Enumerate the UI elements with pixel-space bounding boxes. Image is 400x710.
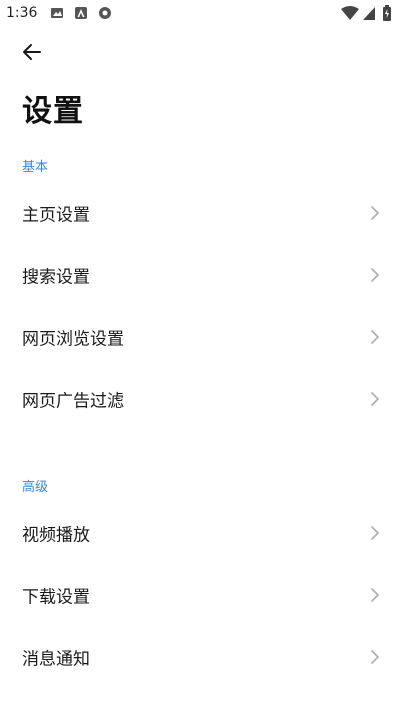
sync-notification-icon [99, 7, 111, 19]
gallery-notification-icon [51, 8, 63, 18]
chevron-right-icon [371, 650, 379, 664]
settings-item-ad-filter[interactable]: 网页广告过滤 [0, 369, 400, 429]
status-time: 1:36 [6, 5, 38, 21]
chevron-right-icon [371, 330, 379, 344]
settings-item-homepage[interactable]: 主页设置 [0, 183, 400, 243]
settings-item-notifications[interactable]: 消息通知 [0, 627, 400, 687]
settings-item-download[interactable]: 下载设置 [0, 565, 400, 625]
chevron-right-icon [371, 588, 379, 602]
chevron-right-icon [371, 392, 379, 406]
app-notification-icon [75, 7, 87, 19]
settings-item-label: 主页设置 [22, 205, 90, 226]
settings-item-browsing[interactable]: 网页浏览设置 [0, 307, 400, 367]
chevron-right-icon [371, 268, 379, 282]
chevron-right-icon [371, 526, 379, 540]
settings-item-search[interactable]: 搜索设置 [0, 245, 400, 305]
section-header-basic: 基本 [22, 160, 49, 175]
settings-item-video-playback[interactable]: 视频播放 [0, 503, 400, 563]
settings-item-label: 下载设置 [22, 587, 90, 608]
settings-item-label: 消息通知 [22, 649, 90, 670]
signal-icon [363, 7, 375, 20]
chevron-right-icon [371, 206, 379, 220]
settings-item-label: 网页浏览设置 [22, 329, 124, 350]
back-button[interactable] [14, 36, 50, 68]
settings-item-label: 网页广告过滤 [22, 391, 124, 412]
wifi-icon [341, 6, 359, 20]
settings-item-label: 视频播放 [22, 525, 90, 546]
settings-item-label: 搜索设置 [22, 267, 90, 288]
status-bar: 1:36 [0, 0, 400, 28]
section-header-advanced: 高级 [22, 480, 49, 495]
arrow-left-icon [23, 44, 41, 60]
battery-icon [383, 5, 391, 21]
page-title: 设置 [22, 94, 84, 129]
